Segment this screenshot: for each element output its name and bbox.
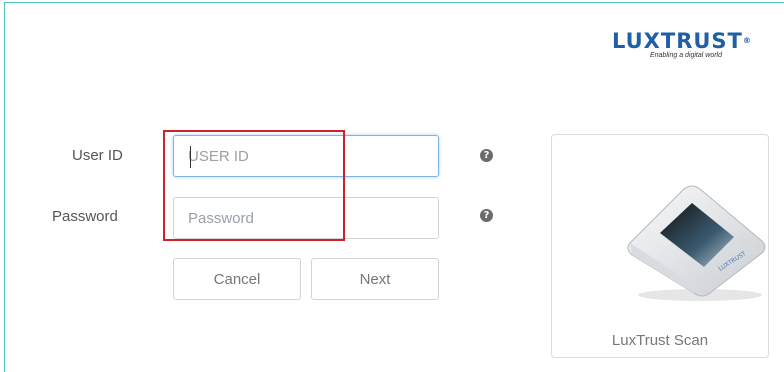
- password-label: Password: [52, 208, 118, 225]
- luxtrust-scan-device-icon: LUXTRUST: [627, 185, 766, 301]
- password-help-icon[interactable]: ?: [480, 209, 493, 222]
- cancel-button[interactable]: Cancel: [173, 258, 301, 300]
- annotation-highlight-box: [163, 130, 345, 241]
- luxtrust-logo: LUXTRUST® Enabling a digital world: [612, 30, 758, 68]
- luxtrust-scan-card[interactable]: LUXTRUST LuxTrust Scan: [551, 134, 769, 358]
- user-id-help-icon[interactable]: ?: [480, 149, 493, 162]
- luxtrust-scan-caption: LuxTrust Scan: [611, 332, 709, 349]
- next-button[interactable]: Next: [311, 258, 439, 300]
- logo-tagline: Enabling a digital world: [650, 52, 722, 59]
- user-id-label: User ID: [72, 147, 123, 164]
- logo-wordmark: LUXTRUST®: [612, 29, 752, 53]
